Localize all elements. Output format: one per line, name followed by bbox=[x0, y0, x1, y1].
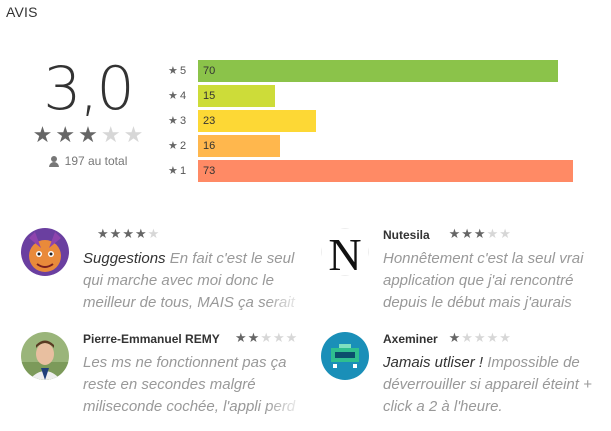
star-filled-icon: ★ bbox=[32, 122, 53, 147]
review-rating: ★ ★ ★ ★ ★ bbox=[97, 226, 159, 242]
star-icon: ★ bbox=[168, 165, 178, 177]
histogram-row-3: ★ 3 23 bbox=[168, 108, 588, 133]
star-filled-icon: ★ bbox=[448, 330, 461, 345]
histogram-row-5: ★ 5 70 bbox=[168, 58, 588, 83]
review-title: Jamais utliser ! bbox=[383, 354, 488, 371]
histogram-bar: 70 bbox=[198, 59, 558, 82]
histogram-bar: 16 bbox=[198, 134, 280, 157]
star-empty-icon: ★ bbox=[123, 122, 144, 147]
text-fade bbox=[565, 396, 605, 418]
text-fade bbox=[265, 396, 305, 418]
histogram-count: 23 bbox=[203, 114, 216, 127]
dragon-avatar-icon bbox=[21, 228, 69, 276]
star-filled-icon: ★ bbox=[78, 122, 98, 147]
star-empty-icon: ★ bbox=[285, 330, 298, 345]
histogram-count: 15 bbox=[203, 89, 216, 102]
histogram-bar: 15 bbox=[198, 84, 275, 107]
histogram-star-label: 4 bbox=[180, 89, 187, 102]
review-title: Suggestions bbox=[83, 250, 170, 267]
review-author: Axeminer bbox=[383, 332, 438, 346]
review-author: Nutesila bbox=[383, 228, 430, 242]
histogram-row-2: ★ 2 16 bbox=[168, 133, 588, 158]
star-filled-icon: ★ bbox=[55, 122, 76, 147]
star-filled-icon: ★ bbox=[461, 226, 473, 241]
star-filled-icon: ★ bbox=[134, 226, 147, 241]
histogram-count: 70 bbox=[203, 64, 216, 77]
portrait-avatar-icon bbox=[21, 332, 69, 380]
star-empty-icon: ★ bbox=[486, 226, 499, 241]
review-rating: ★ ★ ★ ★ ★ bbox=[449, 226, 511, 242]
star-empty-icon: ★ bbox=[499, 226, 511, 241]
review-rating: ★ ★ ★ ★ ★ bbox=[235, 330, 297, 346]
review-card[interactable]: N Nutesila ★ ★ ★ ★ ★ Honnêtement c'est la seul … bbox=[321, 226, 611, 320]
letter-n-avatar-icon: N bbox=[321, 228, 369, 276]
star-icon: ★ bbox=[168, 140, 178, 152]
star-filled-icon: ★ bbox=[247, 330, 260, 345]
star-filled-icon: ★ bbox=[448, 226, 461, 241]
text-fade bbox=[265, 292, 305, 314]
star-empty-icon: ★ bbox=[260, 330, 272, 345]
histogram-star-label: 3 bbox=[180, 114, 187, 127]
star-empty-icon: ★ bbox=[499, 330, 511, 345]
svg-text:N: N bbox=[328, 229, 361, 276]
histogram-count: 73 bbox=[203, 164, 216, 177]
review-body: Honnêtement c'est la seul vrai applicati… bbox=[383, 250, 584, 311]
star-empty-icon: ★ bbox=[272, 330, 285, 345]
average-score: 3,0 bbox=[43, 54, 134, 124]
star-filled-icon: ★ bbox=[473, 226, 486, 241]
star-icon: ★ bbox=[168, 115, 178, 127]
star-filled-icon: ★ bbox=[122, 226, 134, 241]
star-filled-icon: ★ bbox=[109, 226, 122, 241]
total-label: 197 au total bbox=[64, 154, 128, 168]
text-fade bbox=[565, 292, 605, 314]
rating-summary: 3,0 ★ ★ ★ ★ ★ 197 au total bbox=[33, 54, 144, 168]
star-empty-icon: ★ bbox=[100, 122, 121, 147]
review-body: Les ms ne fonctionnent pas ça reste en s… bbox=[83, 354, 296, 415]
histogram-bar: 23 bbox=[198, 109, 316, 132]
average-stars: ★ ★ ★ ★ ★ bbox=[33, 122, 144, 147]
star-filled-icon: ★ bbox=[235, 330, 247, 345]
star-empty-icon: ★ bbox=[461, 330, 473, 345]
section-title: AVIS bbox=[6, 4, 38, 20]
histogram-star-label: 1 bbox=[180, 164, 187, 177]
star-icon: ★ bbox=[168, 90, 178, 102]
star-icon: ★ bbox=[168, 65, 178, 77]
review-card[interactable]: ★ ★ ★ ★ ★ Suggestions En fait c'est le seul q… bbox=[21, 226, 311, 320]
star-empty-icon: ★ bbox=[147, 226, 160, 241]
histogram-row-1: ★ 1 73 bbox=[168, 158, 588, 183]
histogram-star-label: 5 bbox=[180, 64, 187, 77]
histogram-star-label: 2 bbox=[180, 139, 187, 152]
review-author: Pierre-Emmanuel REMY bbox=[83, 332, 220, 346]
star-empty-icon: ★ bbox=[473, 330, 486, 345]
histogram-row-4: ★ 4 15 bbox=[168, 83, 588, 108]
star-filled-icon: ★ bbox=[97, 226, 109, 241]
pixel-art-avatar-icon bbox=[321, 332, 369, 380]
review-card[interactable]: Axeminer ★ ★ ★ ★ ★ Jamais utliser ! Impossible… bbox=[321, 330, 611, 424]
review-rating: ★ ★ ★ ★ ★ bbox=[449, 330, 511, 346]
total-ratings: 197 au total bbox=[38, 154, 138, 168]
star-empty-icon: ★ bbox=[486, 330, 499, 345]
rating-histogram: ★ 5 70 ★ 4 15 ★ 3 23 ★ 2 16 ★ 1 73 bbox=[168, 58, 588, 183]
histogram-count: 16 bbox=[203, 139, 216, 152]
histogram-bar: 73 bbox=[198, 159, 573, 182]
review-card[interactable]: Pierre-Emmanuel REMY ★ ★ ★ ★ ★ Les ms ne fonct… bbox=[21, 330, 311, 424]
person-icon bbox=[48, 155, 59, 167]
